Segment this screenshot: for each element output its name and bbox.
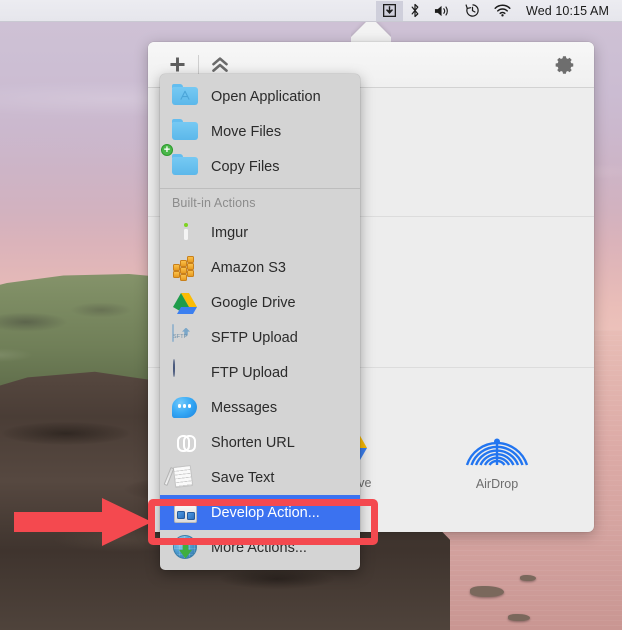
wallpaper-stone — [508, 614, 530, 621]
folder-move-icon — [172, 118, 198, 145]
menu-item-imgur[interactable]: Imgur — [160, 215, 360, 250]
menu-item-shorten-url[interactable]: Shorten URL — [160, 425, 360, 460]
menubar-wifi-icon[interactable] — [487, 1, 518, 21]
menu-item-google-drive[interactable]: Google Drive — [160, 285, 360, 320]
shorten-url-icon — [172, 430, 198, 456]
menu-item-move-files[interactable]: Move Files — [160, 114, 360, 149]
menu-section-header: Built-in Actions — [172, 196, 256, 210]
menubar-dropzone-icon[interactable] — [376, 0, 404, 21]
airdrop-icon — [465, 438, 529, 466]
menu-item-save-text[interactable]: Save Text — [160, 460, 360, 495]
menu-item-label: Copy Files — [211, 158, 280, 175]
annotation-highlight-box — [148, 499, 378, 545]
menubar-time-machine-icon[interactable] — [458, 1, 487, 21]
destination-label: AirDrop — [475, 476, 519, 491]
wallpaper-stone — [520, 575, 536, 581]
save-text-icon — [163, 464, 198, 491]
menu-item-label: Shorten URL — [211, 434, 295, 451]
sftp-upload-icon: SFTP — [172, 323, 198, 351]
annotation-arrow-icon — [14, 498, 152, 546]
menu-item-open-application[interactable]: Open Application — [160, 79, 360, 114]
menu-item-label: Imgur — [211, 224, 249, 241]
menubar-volume-icon[interactable] — [427, 1, 458, 21]
menu-item-label: FTP Upload — [211, 364, 289, 381]
menu-item-amazon-s3[interactable]: Amazon S3 — [160, 250, 360, 285]
imgur-icon — [172, 220, 198, 246]
popover-pointer — [351, 21, 391, 43]
menu-item-label: Open Application — [211, 88, 321, 105]
menubar-bluetooth-icon[interactable] — [403, 1, 427, 21]
gear-icon[interactable] — [550, 50, 580, 80]
menu-item-copy-files[interactable]: + Copy Files — [160, 143, 360, 184]
menu-item-label: Amazon S3 — [211, 259, 286, 276]
destination-airdrop[interactable]: AirDrop — [445, 408, 549, 491]
menu-item-label: Save Text — [211, 469, 275, 486]
macos-menu-bar: Wed 10:15 AM — [0, 0, 622, 22]
menu-item-label: Messages — [211, 399, 278, 416]
menubar-clock[interactable]: Wed 10:15 AM — [518, 4, 613, 18]
messages-icon — [172, 395, 198, 421]
toolbar-divider — [198, 54, 199, 75]
add-action-dropdown-menu: Open Application Move Files + Copy Files… — [160, 74, 360, 570]
menu-item-ftp-upload[interactable]: FTP Upload — [160, 355, 360, 390]
menu-item-label: SFTP Upload — [211, 329, 298, 346]
menu-item-label: Google Drive — [211, 294, 296, 311]
ftp-upload-icon — [172, 358, 198, 386]
menu-item-messages[interactable]: Messages — [160, 390, 360, 425]
google-drive-icon — [172, 290, 198, 316]
menu-item-sftp-upload[interactable]: SFTP SFTP Upload — [160, 320, 360, 355]
folder-app-icon — [172, 83, 198, 110]
folder-copy-icon: + — [161, 143, 198, 180]
menu-item-label: Move Files — [211, 123, 282, 140]
amazon-s3-icon — [172, 255, 198, 281]
wallpaper-stone — [470, 586, 504, 597]
